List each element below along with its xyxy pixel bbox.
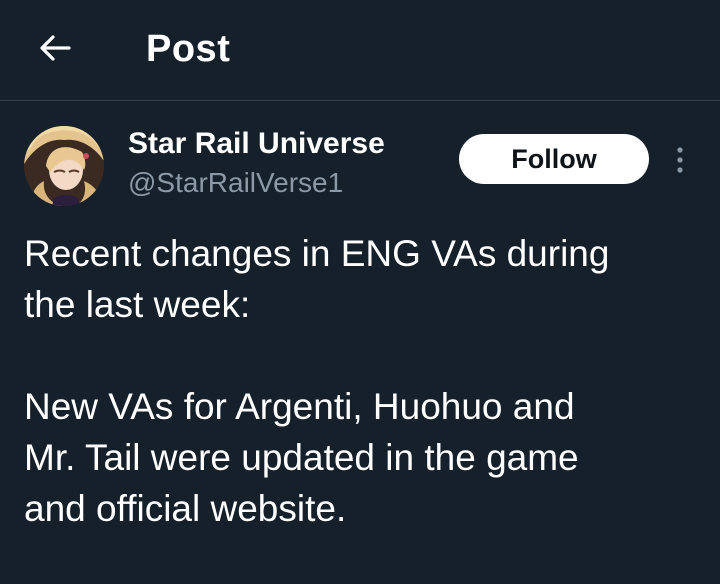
page-title: Post [146, 28, 231, 70]
more-options-button[interactable] [666, 138, 694, 182]
post-paragraph: Recent changes in ENG VAs during the las… [24, 233, 610, 325]
vertical-ellipsis-icon [677, 147, 683, 173]
author-handle[interactable]: @StarRailVerse1 [128, 166, 343, 200]
follow-button[interactable]: Follow [459, 134, 649, 184]
arrow-left-icon [40, 35, 71, 61]
author-display-name[interactable]: Star Rail Universe [128, 126, 385, 162]
top-bar: Post [0, 0, 720, 101]
back-button[interactable] [30, 25, 80, 71]
avatar[interactable] [24, 126, 104, 206]
post-paragraph: New VAs for Argenti, Huohuo and Mr. Tail… [24, 386, 579, 529]
post-body: Recent changes in ENG VAs during the las… [24, 228, 704, 534]
